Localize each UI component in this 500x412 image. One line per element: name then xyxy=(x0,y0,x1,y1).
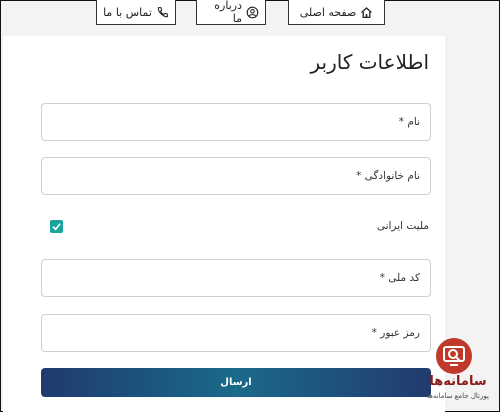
nav-contact-label: تماس با ما xyxy=(103,5,152,19)
monitor-search-icon xyxy=(436,338,472,374)
password-placeholder: رمز عبور * xyxy=(371,327,420,339)
home-icon xyxy=(360,6,373,19)
nav-home-label: صفحه اصلی xyxy=(299,5,357,19)
name-field[interactable]: نام * xyxy=(41,103,431,141)
nav-about-label: درباره ما xyxy=(214,0,242,25)
password-field[interactable]: رمز عبور * xyxy=(41,314,431,352)
nationality-label: ملیت ایرانی xyxy=(376,220,429,232)
family-name-placeholder: نام خانوادگی * xyxy=(356,170,420,182)
nav-about-button[interactable]: درباره ما xyxy=(196,0,266,25)
nationality-row: ملیت ایرانی xyxy=(41,214,431,238)
nav-contact-button[interactable]: تماس با ما xyxy=(96,0,176,25)
family-name-field[interactable]: نام خانوادگی * xyxy=(41,157,431,195)
watermark-tagline: پورتال جامع سامانه‌ها xyxy=(427,392,489,400)
nationality-checkbox[interactable] xyxy=(50,220,63,233)
national-code-placeholder: کد ملی * xyxy=(379,272,420,284)
name-placeholder: نام * xyxy=(398,116,420,128)
user-info-card: اطلاعات کاربر نام * نام خانوادگی * ملیت … xyxy=(3,36,445,412)
watermark-brand: سامانه‌ها xyxy=(429,374,487,389)
user-circle-icon xyxy=(246,6,259,19)
top-nav: صفحه اصلی درباره ما تماس با ما xyxy=(0,0,500,28)
page-title: اطلاعات کاربر xyxy=(310,50,429,74)
check-icon xyxy=(51,221,62,232)
nav-home-button[interactable]: صفحه اصلی xyxy=(288,0,385,25)
national-code-field[interactable]: کد ملی * xyxy=(41,259,431,297)
submit-button[interactable]: ارسال xyxy=(41,368,431,397)
watermark-logo: سامانه‌ها پورتال جامع سامانه‌ها xyxy=(418,338,498,408)
phone-icon xyxy=(156,6,169,19)
